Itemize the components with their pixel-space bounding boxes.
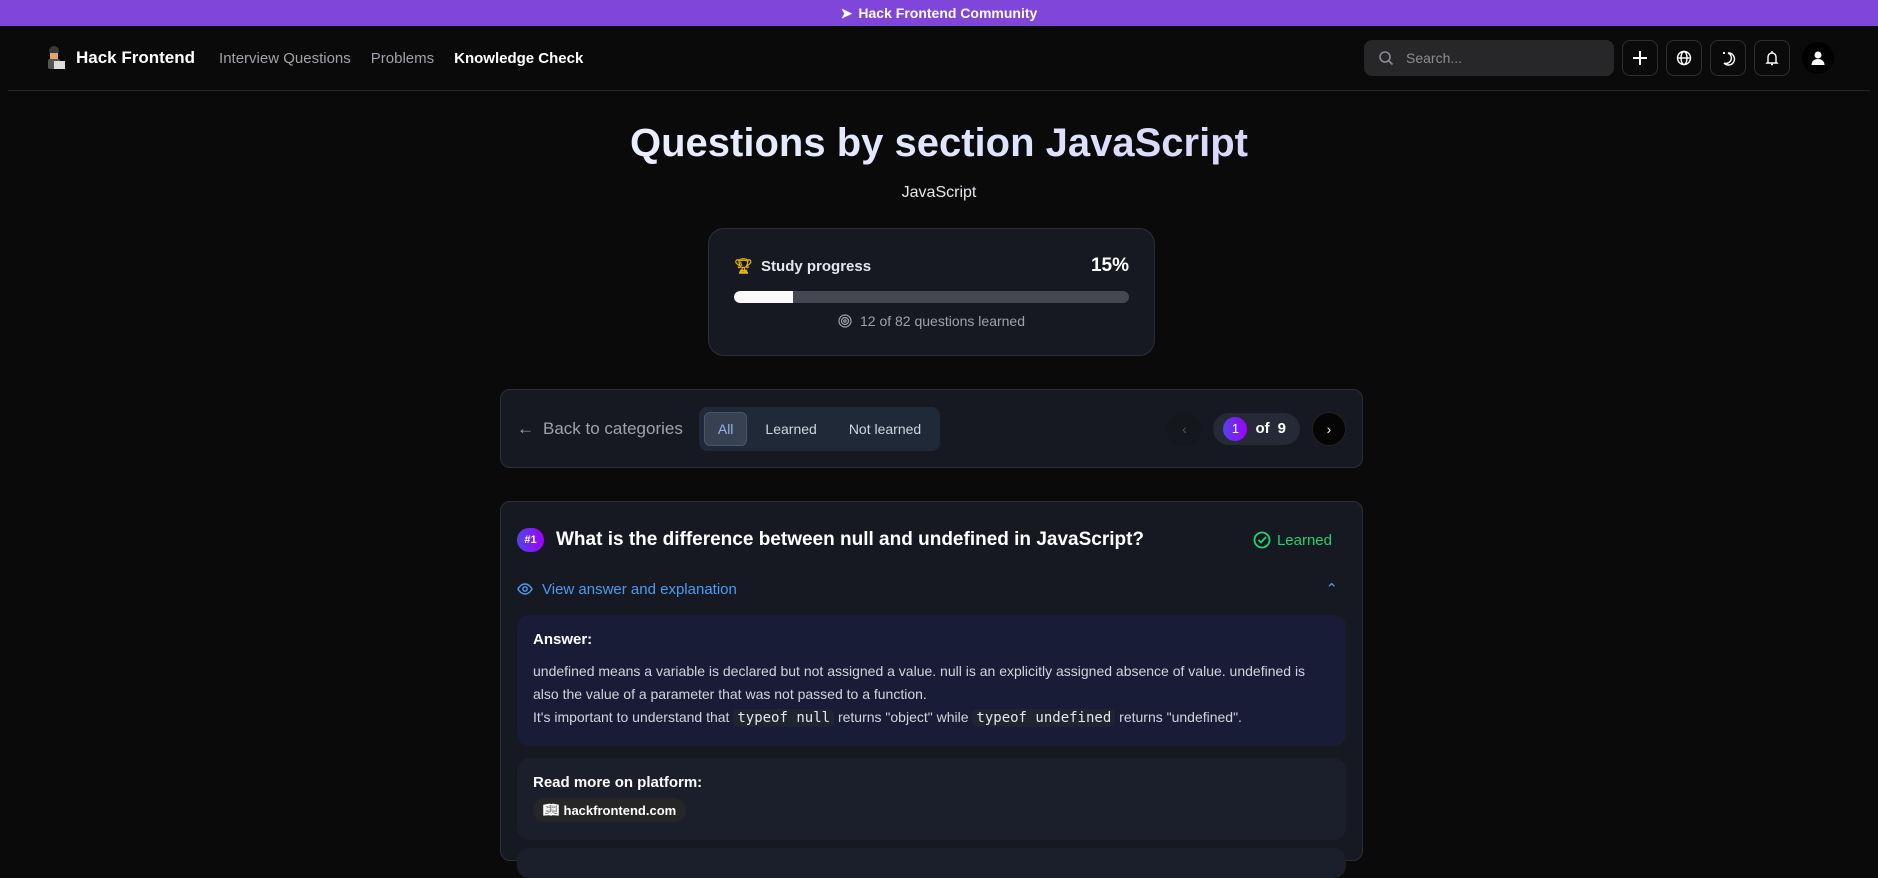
filter-all[interactable]: All (703, 411, 748, 446)
learned-label: Learned (1276, 531, 1332, 549)
user-icon (1811, 51, 1825, 65)
chevron-up-icon: ⌃ (1325, 581, 1338, 598)
current-page: 1 (1223, 416, 1248, 441)
nav-knowledge-check[interactable]: Knowledge Check (454, 50, 583, 67)
language-button[interactable] (1666, 40, 1702, 76)
filter-tabs: All Learned Not learned (698, 406, 941, 451)
answer-note-part: returns "object" while (837, 709, 969, 725)
theme-toggle-button[interactable] (1710, 40, 1746, 76)
toggle-answer-button[interactable]: View answer and explanation ⌃ (517, 580, 1346, 598)
globe-icon (1676, 50, 1692, 66)
arrow-left-icon: ← (517, 418, 534, 438)
learned-status-button[interactable]: Learned (1253, 531, 1332, 549)
of-label: of (1255, 420, 1270, 437)
nav-problems[interactable]: Problems (371, 50, 434, 67)
add-button[interactable] (1622, 40, 1658, 76)
page-title: Questions by section JavaScript (0, 121, 1878, 166)
answer-note-part: It's important to understand that (533, 709, 730, 725)
telegram-icon: ➤ (840, 4, 853, 21)
question-card: #1 What is the difference between null a… (500, 501, 1363, 878)
progress-label: Study progress (761, 257, 872, 275)
read-more-panel: Read more on platform: 📖︎ hackfrontend.co… (517, 758, 1346, 840)
code-snippet: typeof undefined (972, 709, 1116, 727)
notifications-button[interactable] (1754, 40, 1790, 76)
prev-page-button[interactable]: ‹ (1167, 411, 1202, 446)
question-title: What is the difference between null and … (556, 529, 1145, 550)
total-pages: 9 (1277, 420, 1286, 437)
toggle-answer-label: View answer and explanation (542, 580, 737, 598)
platform-link-label: hackfrontend.com (563, 802, 677, 818)
bell-icon (1765, 51, 1779, 66)
user-avatar-button[interactable] (1802, 42, 1834, 74)
filter-learned[interactable]: Learned (751, 412, 830, 446)
check-circle-icon (1253, 531, 1271, 549)
banner-text: Hack Frontend Community (858, 5, 1038, 21)
code-snippet: typeof null (733, 709, 835, 727)
filter-not-learned[interactable]: Not learned (835, 412, 935, 446)
back-label: Back to categories (543, 418, 683, 438)
back-to-categories-link[interactable]: ← Back to categories (517, 419, 683, 439)
pagination: ‹ 1 of 9 › (1167, 411, 1346, 446)
progress-bar-fill (734, 291, 794, 303)
eye-icon (517, 583, 533, 595)
plus-icon (1633, 51, 1647, 65)
moon-stars-icon (1723, 52, 1736, 66)
brand-name: Hack Frontend (76, 48, 196, 67)
answer-note-part: returns "undefined". (1119, 709, 1242, 725)
target-icon (838, 314, 852, 328)
page-indicator: 1 of 9 (1213, 412, 1300, 445)
platform-link[interactable]: 📖︎ hackfrontend.com (533, 798, 687, 822)
question-number-badge: #1 (517, 528, 544, 552)
nav-interview-questions[interactable]: Interview Questions (219, 50, 351, 67)
search-icon (1379, 51, 1394, 66)
chevron-right-icon: › (1326, 420, 1332, 437)
brand-logo[interactable]: Hack Frontend (44, 45, 195, 71)
read-more-heading: Read more on platform: (533, 774, 703, 791)
trophy-icon: 🏆︎ (734, 258, 754, 275)
book-icon: 📖︎ (543, 802, 560, 817)
next-page-button[interactable]: › (1312, 411, 1346, 446)
hacker-avatar-icon (48, 46, 65, 69)
search-input[interactable] (1406, 50, 1596, 66)
question-controls: ← Back to categories All Learned Not lear… (500, 389, 1363, 468)
progress-percent: 15% (1090, 255, 1129, 276)
community-banner[interactable]: ➤ Hack Frontend Community (0, 0, 1878, 26)
answer-panel: Answer: undefined means a variable is de… (517, 615, 1346, 746)
answer-note: It's important to understand that typeof… (533, 706, 1330, 730)
chevron-left-icon: ‹ (1182, 420, 1187, 437)
next-panel (517, 848, 1346, 878)
progress-bar (734, 291, 1129, 303)
answer-heading: Answer: (533, 631, 593, 648)
study-progress-card: 🏆︎ Study progress 15% 12 of 82 questions … (708, 228, 1155, 356)
answer-text: undefined means a variable is declared b… (533, 663, 1306, 702)
search-box[interactable] (1364, 40, 1614, 76)
page-subtitle: JavaScript (901, 184, 977, 201)
top-nav: Hack Frontend Interview Questions Proble… (8, 26, 1870, 91)
progress-note: 12 of 82 questions learned (859, 313, 1025, 329)
